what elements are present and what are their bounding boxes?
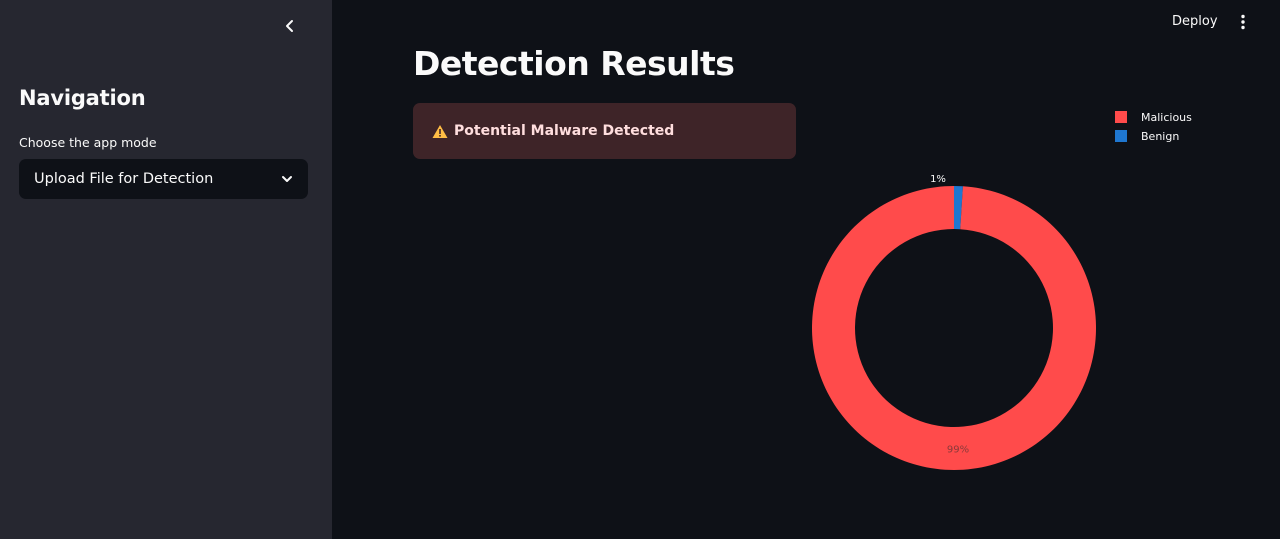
- legend-swatch-malicious[interactable]: [1115, 111, 1127, 123]
- app-mode-select[interactable]: Upload File for Detection: [19, 159, 308, 199]
- chevron-left-icon: [286, 20, 293, 32]
- slice-label-malicious: 99%: [947, 445, 969, 456]
- donut-chart-svg: 1% 99% Malicious Benign: [812, 111, 1192, 470]
- main-menu-button[interactable]: [1232, 10, 1254, 34]
- legend-label-benign[interactable]: Benign: [1141, 130, 1179, 143]
- slice-malicious[interactable]: [812, 186, 1096, 470]
- app-mode-label: Choose the app mode: [19, 135, 157, 150]
- chevron-down-icon: [280, 172, 294, 186]
- sidebar: Navigation Choose the app mode Upload Fi…: [0, 0, 332, 539]
- app-mode-value: Upload File for Detection: [34, 171, 214, 187]
- page-title: Detection Results: [413, 44, 735, 83]
- malware-alert: Potential Malware Detected: [413, 103, 796, 159]
- legend-swatch-benign[interactable]: [1115, 130, 1127, 142]
- app-root: Navigation Choose the app mode Upload Fi…: [0, 0, 1280, 539]
- legend-label-malicious[interactable]: Malicious: [1141, 111, 1192, 124]
- sidebar-title: Navigation: [19, 86, 146, 110]
- deploy-button[interactable]: Deploy: [1162, 10, 1228, 34]
- collapse-sidebar-button[interactable]: [278, 14, 302, 38]
- detection-donut-chart: 1% 99% Malicious Benign: [800, 100, 1240, 530]
- alert-text: Potential Malware Detected: [454, 123, 675, 139]
- more-vertical-icon: [1241, 14, 1245, 30]
- warning-icon: [432, 124, 448, 139]
- slice-label-benign: 1%: [930, 174, 946, 185]
